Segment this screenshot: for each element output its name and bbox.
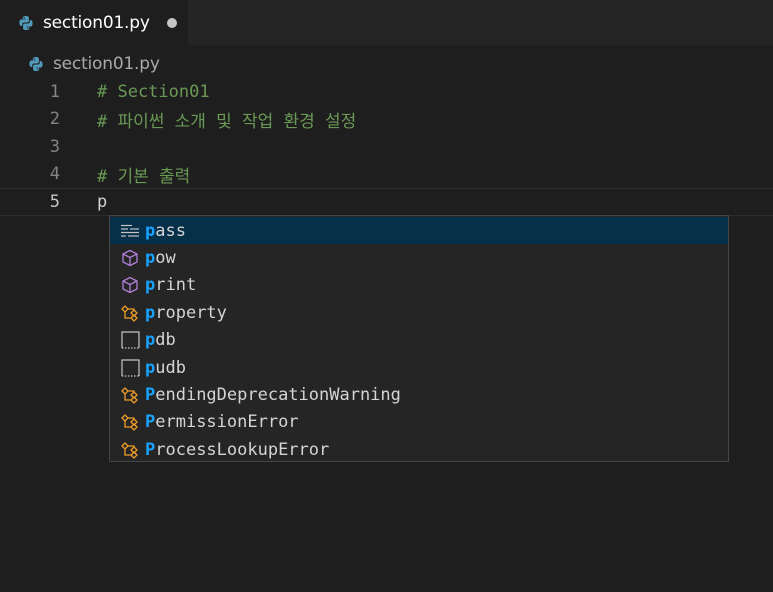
suggestion-label: print <box>145 275 196 295</box>
match-highlight: p <box>145 275 156 296</box>
method-cube-icon <box>119 247 141 269</box>
suggestion-label: property <box>145 303 227 323</box>
class-icon <box>119 302 141 324</box>
suggestion-item-pow[interactable]: pow <box>110 244 728 271</box>
breadcrumb[interactable]: section01.py <box>28 53 160 75</box>
current-code-line[interactable]: 5 p <box>0 188 773 216</box>
class-icon <box>119 411 141 433</box>
code-editor[interactable]: 1 # Section01 2 # 파이썬 소개 및 작업 환경 설정 3 4 … <box>0 78 773 218</box>
line-number: 3 <box>49 136 60 157</box>
suggestion-item-pass[interactable]: pass <box>110 217 728 245</box>
class-icon <box>119 384 141 406</box>
tab-bar: section01.py <box>0 0 773 45</box>
suggestion-label: pass <box>145 221 186 241</box>
match-highlight: p <box>145 330 156 351</box>
code-text[interactable]: # 파이썬 소개 및 작업 환경 설정 <box>97 107 356 132</box>
match-highlight: P <box>145 439 156 460</box>
match-highlight: p <box>145 302 156 323</box>
code-text[interactable]: # 기본 출력 <box>97 162 190 187</box>
suggestion-rest: endingDeprecationWarning <box>155 385 401 406</box>
suggestion-label: PermissionError <box>145 412 299 432</box>
python-file-icon <box>28 56 44 72</box>
method-cube-icon <box>119 274 141 296</box>
suggestion-rest: rint <box>155 275 197 296</box>
suggestion-item-property[interactable]: property <box>110 299 728 326</box>
tab-section01[interactable]: section01.py <box>0 0 188 45</box>
suggestion-item-pudb[interactable]: pudb <box>110 354 728 381</box>
suggestion-label: pdb <box>145 330 176 350</box>
suggestion-rest: rocessLookupError <box>155 439 330 460</box>
code-text[interactable]: # Section01 <box>97 82 210 102</box>
suggestion-rest: ermissionError <box>155 412 299 433</box>
suggestion-label: pudb <box>145 358 186 378</box>
suggestion-rest: ass <box>155 220 186 241</box>
line-number: 4 <box>49 164 60 185</box>
keyword-icon <box>119 220 141 242</box>
match-highlight: p <box>145 248 156 269</box>
match-highlight: p <box>145 357 156 378</box>
code-line[interactable]: 2 # 파이썬 소개 및 작업 환경 설정 <box>0 106 773 134</box>
match-highlight: P <box>145 385 156 406</box>
code-line[interactable]: 3 <box>0 133 773 161</box>
line-number: 5 <box>49 191 60 212</box>
suggestion-item-processlookuperror[interactable]: ProcessLookupError <box>110 436 728 463</box>
suggestion-rest: roperty <box>155 302 227 323</box>
match-highlight: P <box>145 412 156 433</box>
code-line[interactable]: 4 # 기본 출력 <box>0 161 773 189</box>
python-file-icon <box>18 15 34 31</box>
match-highlight: p <box>145 220 156 241</box>
class-icon <box>119 439 141 461</box>
unsaved-dot-icon[interactable] <box>166 17 177 28</box>
suggestion-item-pendingdeprecationwarning[interactable]: PendingDeprecationWarning <box>110 381 728 408</box>
tab-title: section01.py <box>43 12 150 33</box>
suggestion-label: pow <box>145 248 176 268</box>
suggestion-item-print[interactable]: print <box>110 272 728 299</box>
suggestion-label: PendingDeprecationWarning <box>145 385 401 405</box>
breadcrumb-file: section01.py <box>53 54 160 74</box>
suggestion-item-permissionerror[interactable]: PermissionError <box>110 409 728 436</box>
suggestion-rest: db <box>155 330 176 351</box>
code-text[interactable]: p <box>97 192 107 212</box>
line-number: 2 <box>49 109 60 130</box>
suggestion-label: ProcessLookupError <box>145 440 329 460</box>
suggestion-rest: ow <box>155 248 176 269</box>
module-icon <box>119 357 141 379</box>
line-number: 1 <box>49 81 60 102</box>
suggestion-rest: udb <box>155 357 186 378</box>
code-line[interactable]: 1 # Section01 <box>0 78 773 106</box>
suggestion-item-pdb[interactable]: pdb <box>110 327 728 354</box>
module-icon <box>119 329 141 351</box>
suggestion-widget[interactable]: pass pow print property pdb pudb Pending… <box>109 215 729 462</box>
